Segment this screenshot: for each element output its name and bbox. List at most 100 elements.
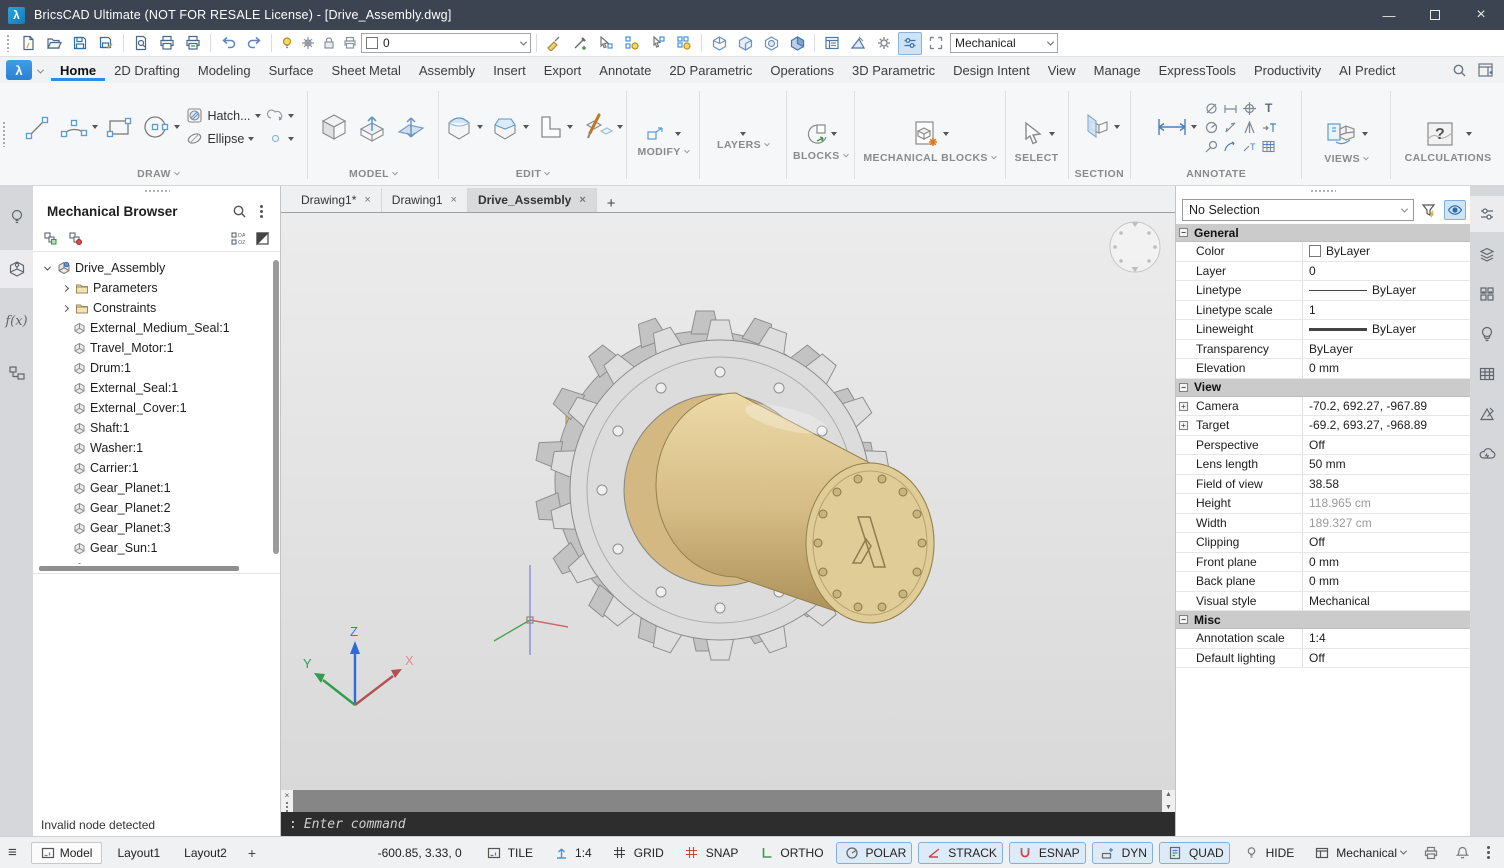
section-header-misc[interactable]: −Misc <box>1176 611 1470 629</box>
text-align-button[interactable] <box>1260 119 1277 136</box>
tab-design-intent[interactable]: Design Intent <box>944 59 1039 81</box>
select-similar-button[interactable] <box>594 32 618 55</box>
fillet-edges-button[interactable] <box>443 111 483 143</box>
doc-tab-drawing1[interactable]: Drawing1× <box>382 188 468 212</box>
dropdown-arrow-icon[interactable] <box>943 132 949 136</box>
close-icon[interactable]: × <box>364 194 370 206</box>
angular-dim-button[interactable] <box>1241 119 1258 136</box>
property-row-color[interactable]: ColorByLayer <box>1176 242 1470 262</box>
group-label-model[interactable]: MODEL <box>349 168 397 180</box>
statusbar-menu-icon[interactable]: ≡ <box>8 844 17 861</box>
property-row-height[interactable]: Height118.965 cm <box>1176 494 1470 514</box>
radius-dim-button[interactable] <box>1203 119 1220 136</box>
push-pull-tool-button[interactable] <box>394 111 428 143</box>
chevron-collapsed-icon[interactable] <box>59 306 71 311</box>
extrude-tool-button[interactable] <box>356 111 388 143</box>
leader-arc-button[interactable] <box>1222 138 1239 155</box>
panel-drag-handle[interactable] <box>33 186 280 196</box>
layer-combobox[interactable]: 0 <box>361 33 531 53</box>
dropdown-arrow-icon[interactable] <box>617 125 623 129</box>
tab-view[interactable]: View <box>1039 59 1085 81</box>
cloud-panel-button[interactable] <box>1470 436 1504 472</box>
balloon-button[interactable] <box>1203 138 1220 155</box>
tab-2d-drafting[interactable]: 2D Drafting <box>105 59 189 81</box>
calculations-button[interactable]: ? <box>1424 119 1472 149</box>
properties-panel-button[interactable] <box>1470 196 1504 232</box>
tab-2d-parametric[interactable]: 2D Parametric <box>660 59 761 81</box>
tree-item-part[interactable]: Gear_Planet:1 <box>33 478 280 498</box>
diameter-dim-button[interactable] <box>1203 100 1220 117</box>
layer-freeze-icon[interactable] <box>298 32 317 55</box>
section-header-view[interactable]: −View <box>1176 379 1470 397</box>
bricscad-menu-button[interactable]: λ <box>6 60 32 80</box>
leader-text-button[interactable]: T <box>1241 138 1258 155</box>
dropdown-arrow-icon[interactable] <box>288 114 294 118</box>
center-mark-button[interactable] <box>1241 100 1258 117</box>
layer-lock-icon[interactable] <box>319 32 338 55</box>
chevron-expanded-icon[interactable] <box>41 266 53 271</box>
property-row-layer[interactable]: Layer0 <box>1176 262 1470 282</box>
parameters-panel-button[interactable]: f(x) <box>0 302 33 340</box>
notifications-bell-icon[interactable] <box>1450 842 1475 864</box>
mechanical-browser-panel-button[interactable] <box>0 250 33 288</box>
dropdown-arrow-icon[interactable] <box>255 114 261 118</box>
group-label-blocks[interactable]: BLOCKS <box>793 150 848 162</box>
ellipse-button[interactable]: Ellipse <box>186 130 260 147</box>
group-label-select[interactable]: SELECT <box>1015 152 1059 164</box>
search-icon[interactable] <box>228 200 250 222</box>
model-tab[interactable]: Model <box>31 842 103 864</box>
dropdown-arrow-icon[interactable] <box>1191 125 1197 129</box>
command-scroll-arrows[interactable]: ▲▼ <box>1162 790 1175 812</box>
modify-button[interactable] <box>645 125 681 143</box>
minimize-button[interactable]: — <box>1366 0 1412 30</box>
plot-button[interactable] <box>181 32 205 55</box>
ribbon-panel-button[interactable] <box>1472 59 1498 81</box>
rectangle-tool-button[interactable] <box>104 112 134 142</box>
workspace-combobox[interactable]: Mechanical <box>950 33 1058 53</box>
box-tool-button[interactable] <box>318 111 350 143</box>
chamfer-edges-button[interactable] <box>489 111 529 143</box>
property-row-transparency[interactable]: TransparencyByLayer <box>1176 340 1470 360</box>
group-label-section[interactable]: SECTION <box>1075 168 1124 180</box>
layer-on-icon[interactable] <box>277 32 296 55</box>
tab-productivity[interactable]: Productivity <box>1245 59 1330 81</box>
open-file-button[interactable] <box>42 32 66 55</box>
color-picker-button[interactable] <box>568 32 592 55</box>
browser-menu-kebab-icon[interactable] <box>250 200 272 222</box>
toggle-strack[interactable]: STRACK <box>918 842 1003 864</box>
view-iso-ne-button[interactable] <box>707 32 731 55</box>
section-plane-button[interactable] <box>1078 111 1120 143</box>
tab-sheet-metal[interactable]: Sheet Metal <box>322 59 409 81</box>
filter-icon[interactable] <box>1418 200 1440 220</box>
tab-surface[interactable]: Surface <box>260 59 323 81</box>
tab-manage[interactable]: Manage <box>1085 59 1150 81</box>
insert-block-button[interactable] <box>803 121 837 147</box>
point-button[interactable] <box>267 130 294 147</box>
tree-item-part[interactable]: Gear_Sun:1 <box>33 538 280 558</box>
clean-screen-button[interactable] <box>924 32 948 55</box>
toggle-grid[interactable]: GRID <box>604 842 670 864</box>
components-panel-button[interactable] <box>1470 276 1504 312</box>
group-label-annotate[interactable]: ANNOTATE <box>1186 168 1246 180</box>
dropdown-arrow-icon[interactable] <box>1362 132 1368 136</box>
property-row-front-plane[interactable]: Front plane0 mm <box>1176 553 1470 573</box>
expand-icon[interactable]: + <box>1179 421 1188 430</box>
toggle-esnap[interactable]: ESNAP <box>1009 842 1086 864</box>
chevron-down-icon[interactable] <box>38 63 43 77</box>
layers-panel-button[interactable] <box>1470 236 1504 272</box>
new-document-tab-button[interactable]: + <box>597 195 626 212</box>
ribbon-drag-handle[interactable] <box>2 121 7 147</box>
view-top-button[interactable] <box>759 32 783 55</box>
tree-item-part[interactable]: External_Medium_Seal:1 <box>33 318 280 338</box>
structure-panel-button[interactable] <box>0 354 33 392</box>
table-button[interactable] <box>1260 138 1277 155</box>
views-button[interactable] <box>1324 118 1368 150</box>
collapse-icon[interactable]: − <box>1179 615 1188 624</box>
property-row-width[interactable]: Width189.327 cm <box>1176 514 1470 534</box>
tree-item-part[interactable]: Gear_Planet:2 <box>33 498 280 518</box>
toolbar-drag-handle[interactable] <box>6 34 11 52</box>
arc-tool-button[interactable] <box>58 112 98 142</box>
hatch-button[interactable]: Hatch... <box>186 107 260 124</box>
property-row-back-plane[interactable]: Back plane0 mm <box>1176 572 1470 592</box>
tree-item-parameters[interactable]: Parameters <box>33 278 280 298</box>
